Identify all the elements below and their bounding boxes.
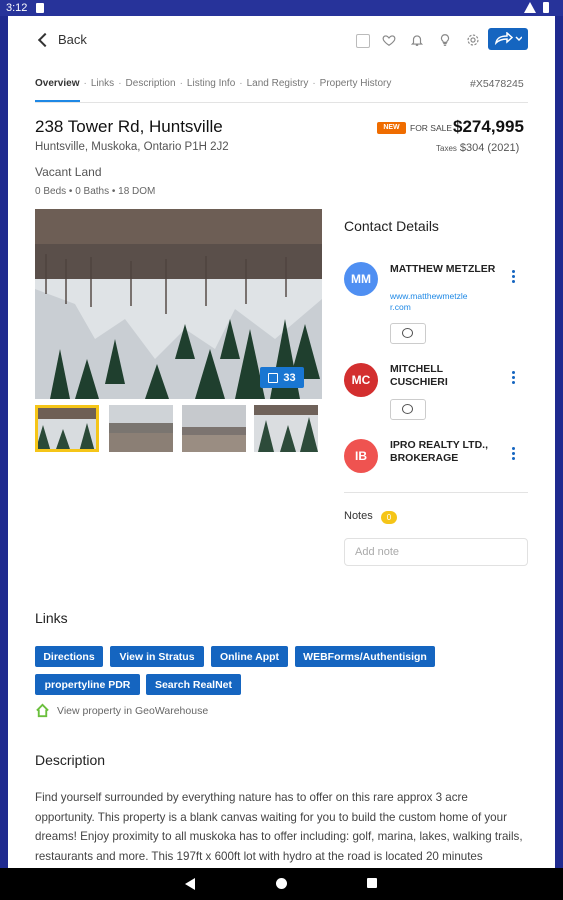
tabs-divider xyxy=(35,102,528,103)
avatar: MM xyxy=(344,262,378,296)
links-title: Links xyxy=(35,610,68,626)
home-nav-icon[interactable] xyxy=(276,878,287,889)
more-vert-icon[interactable] xyxy=(512,371,516,386)
sim-card-icon xyxy=(36,3,44,13)
property-stats: 0 Beds • 0 Baths • 18 DOM xyxy=(35,186,156,197)
search-realnet-button[interactable]: Search RealNet xyxy=(146,674,241,695)
tab-separator: · xyxy=(239,78,243,89)
recents-nav-icon[interactable] xyxy=(367,878,377,888)
photo-count-badge[interactable]: 33 xyxy=(260,367,304,388)
listing-id: #X5478245 xyxy=(470,78,524,90)
online-appt-button[interactable]: Online Appt xyxy=(211,646,288,667)
share-button[interactable] xyxy=(488,28,528,50)
directions-button[interactable]: Directions xyxy=(35,646,103,667)
image-icon xyxy=(268,372,279,383)
photo-thumbnail[interactable] xyxy=(182,405,246,452)
message-button[interactable] xyxy=(390,323,426,344)
notes-label: Notes xyxy=(344,510,373,522)
avatar: MC xyxy=(344,363,378,397)
more-vert-icon[interactable] xyxy=(512,270,516,285)
description-text: Find yourself surrounded by everything n… xyxy=(35,791,523,863)
propertyline-pdr-button[interactable]: propertyline PDR xyxy=(35,674,140,695)
geowarehouse-text: View property in GeoWarehouse xyxy=(57,704,209,717)
tab-separator: · xyxy=(312,78,316,89)
listing-sheet: Back Overview · Links · Description · Li… xyxy=(8,16,555,868)
signal-icon xyxy=(524,2,536,13)
geowarehouse-link[interactable]: View property in GeoWarehouse xyxy=(35,703,208,718)
share-arrow-icon xyxy=(494,32,522,46)
tab-land-registry[interactable]: Land Registry xyxy=(247,78,309,89)
sale-status: FOR SALE xyxy=(410,123,453,133)
more-vert-icon[interactable] xyxy=(512,447,516,462)
tab-listing-info[interactable]: Listing Info xyxy=(187,78,235,89)
avatar: IB xyxy=(344,439,378,473)
property-city: Huntsville, Muskoka, Ontario P1H 2J2 xyxy=(35,141,229,153)
photo-thumbnail[interactable] xyxy=(109,405,173,452)
taxes-label: Taxes xyxy=(436,144,457,153)
contact-website-link[interactable]: www.matthewmetzler.com xyxy=(390,291,470,313)
add-note-input[interactable] xyxy=(344,538,528,566)
taxes-value: $304 (2021) xyxy=(459,142,520,154)
status-bar: 3:12 xyxy=(0,0,563,16)
back-button[interactable]: Back xyxy=(37,32,87,47)
battery-icon xyxy=(543,2,549,13)
description-title: Description xyxy=(35,752,106,768)
tab-separator: · xyxy=(179,78,183,89)
notes-count-badge: 0 xyxy=(381,511,397,524)
back-nav-icon[interactable] xyxy=(185,878,195,890)
new-badge: NEW xyxy=(377,122,406,134)
contact-name: MITCHELL CUSCHIERI xyxy=(390,363,448,388)
photo-count: 33 xyxy=(283,371,296,384)
photo-thumbnail[interactable] xyxy=(254,405,318,452)
chat-bubble-icon xyxy=(402,404,413,414)
system-nav-bar xyxy=(0,868,563,900)
webforms-button[interactable]: WEBForms/Authentisign xyxy=(295,646,435,667)
message-button[interactable] xyxy=(390,399,426,420)
chat-bubble-icon xyxy=(402,328,413,338)
select-checkbox[interactable] xyxy=(356,34,370,48)
photo-thumbnail[interactable] xyxy=(35,405,99,452)
back-label: Back xyxy=(58,32,87,47)
tab-links[interactable]: Links xyxy=(91,78,114,89)
tab-property-history[interactable]: Property History xyxy=(320,78,392,89)
tab-description[interactable]: Description xyxy=(126,78,176,89)
heart-icon[interactable] xyxy=(382,33,398,49)
lightbulb-icon[interactable] xyxy=(438,33,454,49)
house-icon xyxy=(36,703,49,718)
status-time: 3:12 xyxy=(6,2,28,14)
divider xyxy=(344,492,528,493)
tab-separator: · xyxy=(118,78,122,89)
tab-overview[interactable]: Overview xyxy=(35,78,79,89)
tab-separator: · xyxy=(83,78,87,89)
contact-name: IPRO REALTY LTD., BROKERAGE xyxy=(390,439,489,464)
contact-name: MATTHEW METZLER xyxy=(390,263,496,275)
bell-icon[interactable] xyxy=(410,33,426,49)
view-in-stratus-button[interactable]: View in Stratus xyxy=(110,646,204,667)
gear-icon[interactable] xyxy=(466,33,482,49)
section-tabs: Overview · Links · Description · Listing… xyxy=(35,78,391,89)
listing-price: $274,995 xyxy=(453,117,524,136)
chevron-left-icon xyxy=(37,32,53,47)
property-address: 238 Tower Rd, Huntsville xyxy=(35,117,223,136)
taxes: Taxes $304 (2021) xyxy=(436,142,519,154)
property-type: Vacant Land xyxy=(35,165,102,179)
contact-details-title: Contact Details xyxy=(344,218,439,234)
